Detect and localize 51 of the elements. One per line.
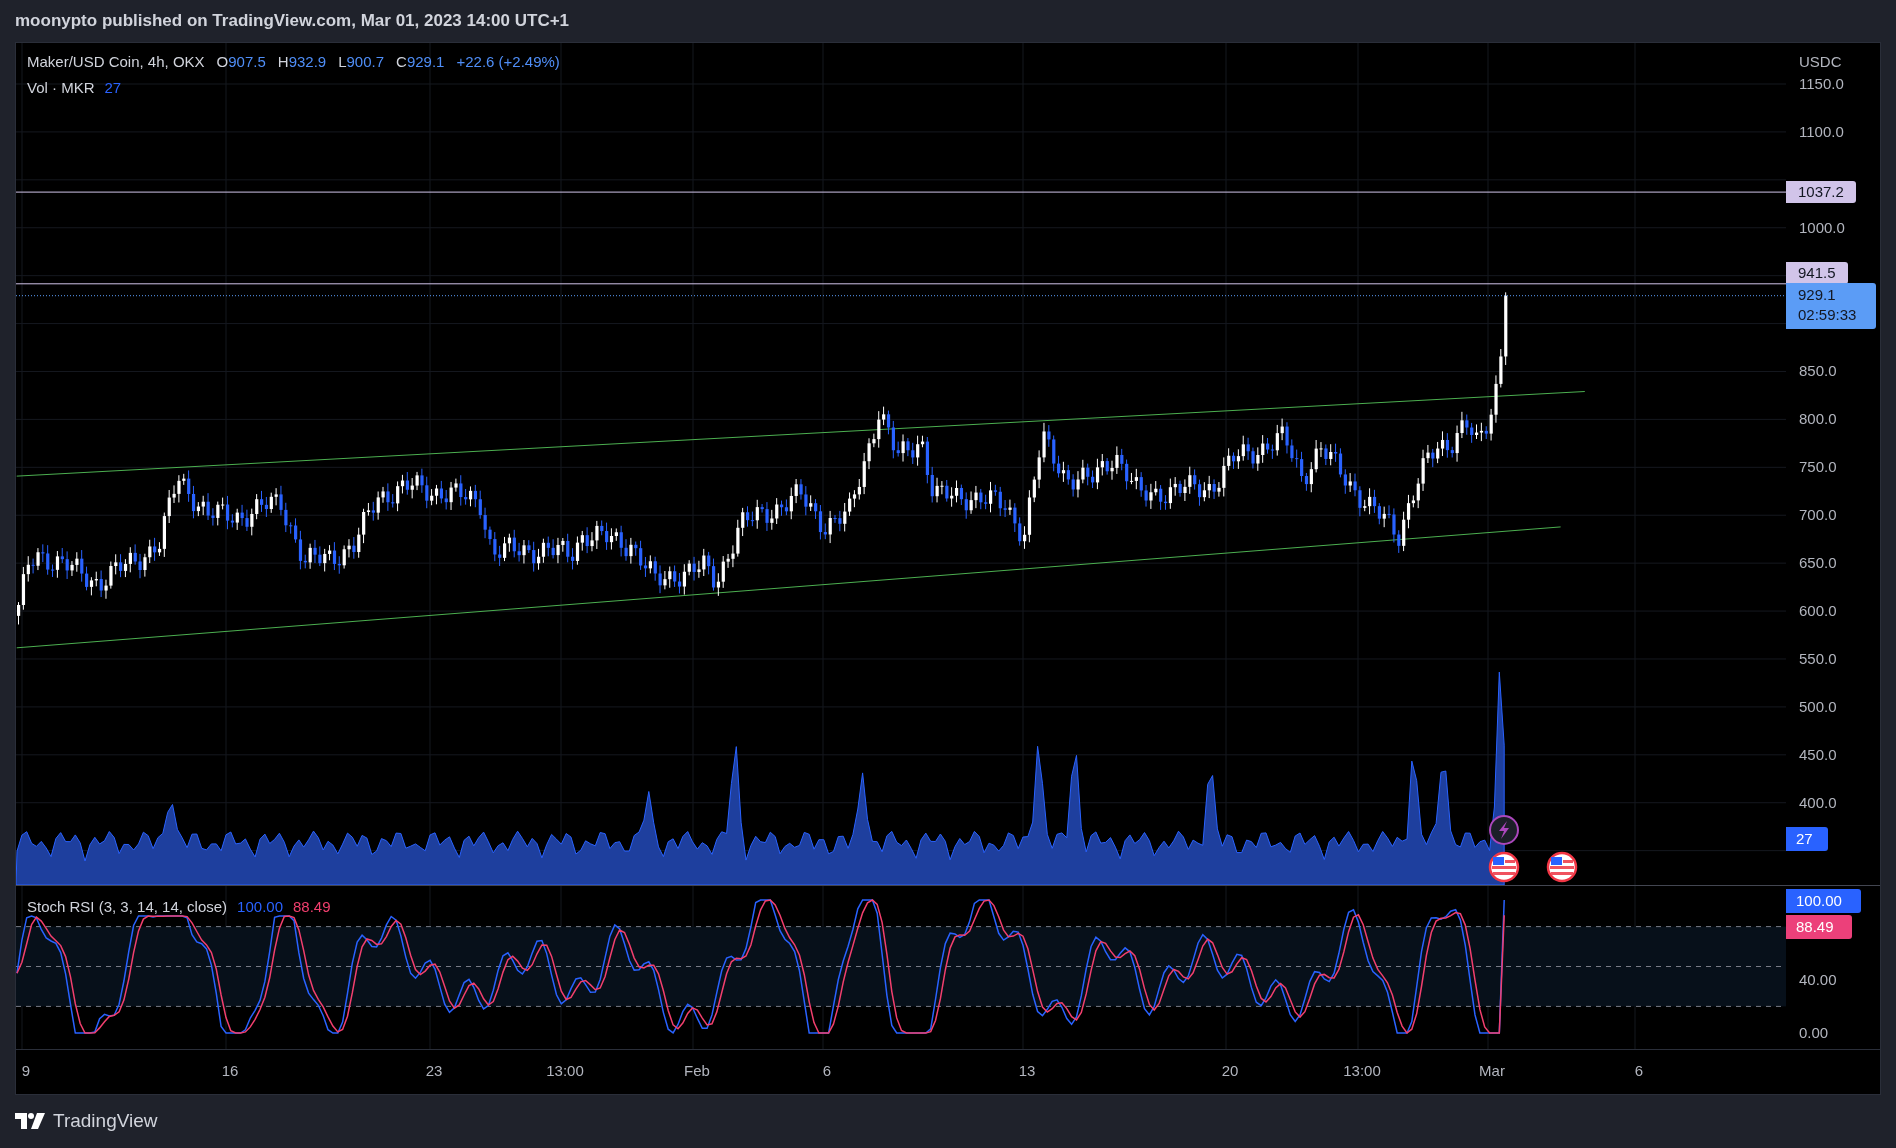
price-tick: 650.0 (1799, 554, 1837, 573)
time-tick: 6 (822, 1061, 832, 1081)
time-tick: 13 (1018, 1061, 1036, 1081)
stoch-k-badge: 100.00 (1786, 889, 1861, 913)
time-tick: 13:00 (546, 1061, 584, 1081)
axis-unit: USDC (1799, 52, 1842, 72)
price-tick: 550.0 (1799, 649, 1837, 668)
price-tick: 700.0 (1799, 506, 1837, 525)
ohlc-value: O907.5 (216, 52, 266, 72)
price-change: +22.6 (+2.49%) (456, 52, 560, 72)
time-tick: Feb (684, 1061, 710, 1081)
price-tick: 850.0 (1799, 362, 1837, 381)
price-tick: 1100.0 (1799, 122, 1844, 141)
symbol-title: Maker/USD Coin, 4h, OKX (27, 52, 205, 72)
lightning-icon[interactable] (1489, 815, 1519, 845)
price-tick: 500.0 (1799, 697, 1837, 716)
stoch-title: Stoch RSI (3, 3, 14, 14, close) (27, 897, 228, 917)
logo-icon (15, 1113, 45, 1129)
ohlc-value: H932.9 (277, 52, 327, 72)
price-tick: 1000.0 (1799, 218, 1845, 237)
time-tick: 16 (221, 1061, 239, 1081)
stoch-d-badge: 88.49 (1786, 915, 1852, 939)
stoch-tick: 0.00 (1799, 1024, 1829, 1042)
flag-icon[interactable] (1546, 851, 1578, 883)
price-level-label: 1037.2 (1786, 181, 1856, 204)
stoch-k-value: 100.00 (237, 897, 283, 917)
time-tick: 6 (1634, 1061, 1644, 1081)
time-tick: 9 (21, 1061, 31, 1081)
publish-info: moonypto published on TradingView.com, Mar 01, 2023 14:00 UTC+1 (15, 10, 570, 33)
last-price: 929.1 (1798, 285, 1837, 305)
stoch-d-value: 88.49 (293, 897, 331, 917)
ohlc-value: L900.7 (338, 52, 385, 72)
time-tick: 23 (425, 1061, 443, 1081)
volume-value: 27 (104, 77, 122, 98)
price-tick: 750.0 (1799, 458, 1837, 477)
stoch-tick: 40.00 (1799, 970, 1837, 989)
price-tick: 400.0 (1799, 793, 1837, 812)
price-tick: 450.0 (1799, 745, 1837, 764)
flag-icon[interactable] (1488, 851, 1520, 883)
volume-label-badge: 27 (1786, 827, 1828, 851)
time-tick: 20 (1221, 1061, 1239, 1081)
bar-countdown: 02:59:33 (1798, 305, 1858, 325)
time-tick: 13:00 (1343, 1061, 1381, 1081)
volume-label: Vol · MKR (27, 77, 95, 98)
price-level-label: 941.5 (1786, 262, 1848, 284)
price-tick: 600.0 (1799, 602, 1837, 621)
time-tick: Mar (1479, 1061, 1505, 1081)
ohlc-value: C929.1 (396, 52, 445, 72)
brand-name: TradingView (53, 1108, 158, 1133)
price-tick: 1150.0 (1799, 75, 1844, 93)
price-tick: 800.0 (1799, 410, 1837, 429)
